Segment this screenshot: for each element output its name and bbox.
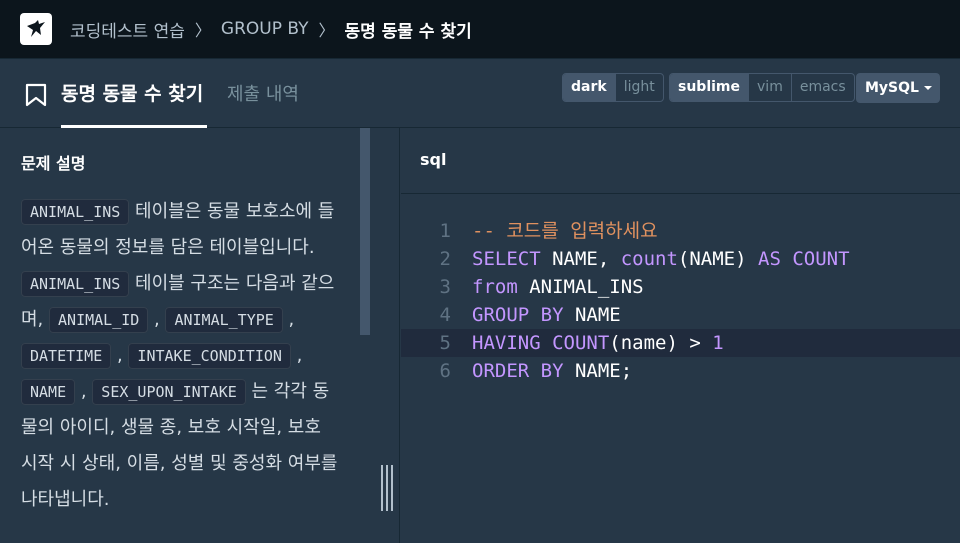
inline-code: DATETIME xyxy=(21,343,112,369)
code-line[interactable]: 2 SELECT NAME, count(NAME) AS COUNT xyxy=(401,245,960,273)
code-token: GROUP BY xyxy=(472,304,564,326)
editor-language-label: sql xyxy=(420,150,447,169)
problem-toolbar: 동명 동물 수 찾기 제출 내역 dark light sublime vim … xyxy=(0,58,960,128)
chevron-right-icon: 〉 xyxy=(194,21,211,40)
theme-toggle: dark light xyxy=(562,73,664,102)
tab-submissions[interactable]: 제출 내역 xyxy=(227,80,299,106)
code-text: HAVING COUNT(name) > 1 xyxy=(472,329,724,357)
code-token: NAME; xyxy=(563,360,633,382)
code-line[interactable]: 6 ORDER BY NAME; xyxy=(401,357,960,385)
panel-resize-handle[interactable] xyxy=(381,465,395,511)
code-token: ORDER BY xyxy=(472,360,564,382)
breadcrumb-coding-test[interactable]: 코딩테스트 연습 xyxy=(70,17,185,42)
description-text: , xyxy=(290,345,303,366)
code-token: from xyxy=(472,276,518,298)
line-number: 1 xyxy=(439,220,451,242)
code-token: -- 코드를 입력하세요 xyxy=(472,220,658,242)
language-select[interactable]: MySQL xyxy=(856,73,940,103)
code-token: 1 xyxy=(712,332,724,354)
bookmark-icon[interactable] xyxy=(25,83,47,111)
theme-dark-option[interactable]: dark xyxy=(563,74,615,101)
programmers-logo-icon[interactable] xyxy=(20,13,52,45)
code-token: count xyxy=(620,248,678,270)
keymap-sublime-option[interactable]: sublime xyxy=(670,74,749,101)
code-token: AS xyxy=(758,248,781,270)
top-navigation-bar: 코딩테스트 연습 〉 GROUP BY 〉 동명 동물 수 찾기 xyxy=(0,0,960,58)
line-number: 2 xyxy=(439,248,451,270)
line-number: 3 xyxy=(439,276,451,298)
code-text: GROUP BY NAME xyxy=(472,301,621,329)
breadcrumb-group-by[interactable]: GROUP BY xyxy=(221,19,309,39)
theme-light-option[interactable]: light xyxy=(614,74,663,101)
inline-code: ANIMAL_INS xyxy=(21,199,130,225)
code-token: (name) > xyxy=(609,332,713,354)
keymap-emacs-option[interactable]: emacs xyxy=(790,74,854,101)
code-text: ORDER BY NAME; xyxy=(472,357,632,385)
description-text: , xyxy=(282,309,295,330)
problem-description-panel: 문제 설명 ANIMAL_INS 테이블은 동물 보호소에 들어온 동물의 정보… xyxy=(0,128,400,543)
code-text: SELECT NAME, count(NAME) AS COUNT xyxy=(472,245,850,273)
language-select-value: MySQL xyxy=(865,80,919,96)
line-number: 6 xyxy=(439,360,451,382)
description-text: , xyxy=(75,381,93,402)
code-line[interactable]: 5 HAVING COUNT(name) > 1 xyxy=(401,329,960,357)
code-token: NAME xyxy=(563,304,621,326)
code-token: NAME, xyxy=(540,248,621,270)
line-number: 4 xyxy=(439,304,451,326)
problem-description-text: ANIMAL_INS 테이블은 동물 보호소에 들어온 동물의 정보를 담은 테… xyxy=(21,194,341,518)
inline-code: ANIMAL_ID xyxy=(49,307,149,333)
problem-heading: 문제 설명 xyxy=(21,154,86,173)
code-line[interactable]: 4 GROUP BY NAME xyxy=(401,301,960,329)
inline-code: NAME xyxy=(21,379,76,405)
chevron-right-icon: 〉 xyxy=(318,21,335,40)
breadcrumb: 코딩테스트 연습 〉 GROUP BY 〉 동명 동물 수 찾기 xyxy=(70,0,472,58)
code-editor[interactable]: 1 -- 코드를 입력하세요 2 SELECT NAME, count(NAME) A… xyxy=(401,195,960,543)
code-text: -- 코드를 입력하세요 xyxy=(472,217,658,245)
description-scrollbar[interactable] xyxy=(360,128,370,335)
breadcrumb-current: 동명 동물 수 찾기 xyxy=(344,21,472,42)
code-token: SELECT xyxy=(472,248,541,270)
code-line[interactable]: 1 -- 코드를 입력하세요 xyxy=(401,217,960,245)
code-line[interactable]: 3 from ANIMAL_INS xyxy=(401,273,960,301)
inline-code: ANIMAL_INS xyxy=(21,271,130,297)
line-number: 5 xyxy=(439,332,451,354)
code-token: (NAME) xyxy=(677,248,758,270)
keymap-toggle: sublime vim emacs xyxy=(669,73,855,102)
description-text: , xyxy=(111,345,129,366)
code-panel-header: sql xyxy=(401,128,960,194)
code-text: from ANIMAL_INS xyxy=(472,273,644,301)
inline-code: ANIMAL_TYPE xyxy=(165,307,283,333)
code-token: ANIMAL_INS xyxy=(517,276,644,298)
description-text: , xyxy=(148,309,166,330)
keymap-vim-option[interactable]: vim xyxy=(748,74,791,101)
code-token: HAVING COUNT xyxy=(472,332,610,354)
caret-down-icon xyxy=(924,86,932,90)
code-token: COUNT xyxy=(792,248,850,270)
code-panel: sql 1 -- 코드를 입력하세요 2 SELECT NAME, count(NAM… xyxy=(401,128,960,543)
inline-code: INTAKE_CONDITION xyxy=(128,343,291,369)
inline-code: SEX_UPON_INTAKE xyxy=(92,379,246,405)
tab-problem[interactable]: 동명 동물 수 찾기 xyxy=(61,79,203,106)
